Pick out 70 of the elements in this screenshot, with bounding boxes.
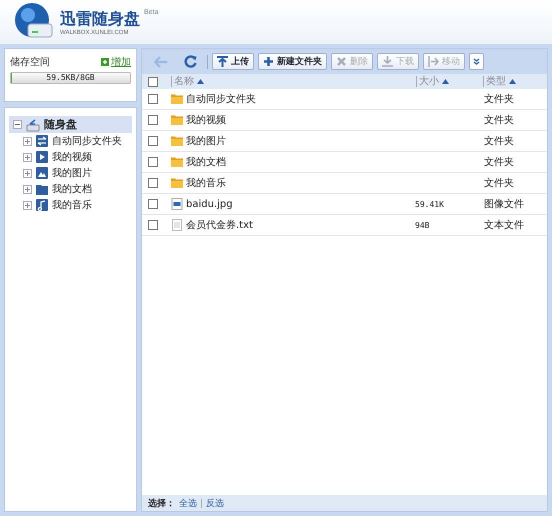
folder-icon bbox=[171, 156, 183, 168]
row-checkbox[interactable] bbox=[148, 178, 158, 188]
add-storage-link[interactable]: 增加 bbox=[101, 55, 131, 69]
file-name[interactable]: 自动同步文件夹 bbox=[186, 92, 256, 106]
music-note-icon bbox=[36, 199, 48, 211]
picture-icon bbox=[36, 167, 48, 179]
app-title: 迅雷随身盘 bbox=[60, 8, 140, 30]
more-button[interactable] bbox=[469, 53, 484, 70]
file-name[interactable]: 会员代金券.txt bbox=[186, 218, 253, 232]
file-name[interactable]: 我的图片 bbox=[186, 134, 226, 148]
expand-icon[interactable] bbox=[23, 152, 32, 162]
expand-icon[interactable] bbox=[23, 200, 32, 210]
file-size: 59.41K bbox=[415, 200, 444, 208]
upload-button[interactable]: 上传 bbox=[212, 53, 254, 70]
file-type: 文件夹 bbox=[484, 176, 514, 190]
folder-icon bbox=[171, 93, 183, 105]
folder-icon bbox=[171, 177, 183, 189]
file-name[interactable]: baidu.jpg bbox=[186, 198, 233, 210]
folder-icon bbox=[36, 183, 48, 195]
play-icon bbox=[36, 151, 48, 163]
sort-ascending-icon bbox=[197, 79, 204, 84]
file-type: 文件夹 bbox=[484, 114, 514, 127]
new-folder-button[interactable]: 新建文件夹 bbox=[258, 53, 327, 70]
text-file-icon bbox=[171, 219, 183, 231]
select-link[interactable]: 全选 bbox=[179, 496, 197, 510]
toolbar-icon bbox=[336, 56, 347, 67]
double-chevron-icon bbox=[473, 58, 480, 65]
storage-label: 储存空间 bbox=[10, 56, 50, 69]
tree-item[interactable]: 自动同步文件夹 bbox=[9, 133, 132, 149]
toolbar-icon bbox=[217, 56, 228, 67]
row-checkbox[interactable] bbox=[148, 199, 158, 209]
file-type: 文本文件 bbox=[484, 218, 524, 232]
refresh-icon[interactable] bbox=[184, 55, 197, 68]
folder-icon bbox=[171, 114, 183, 126]
row-checkbox[interactable] bbox=[148, 115, 158, 125]
storage-reading: 59.5KB/8GB bbox=[45, 73, 96, 83]
select-link[interactable]: 反选 bbox=[206, 496, 224, 510]
tree-item[interactable]: 我的音乐 bbox=[9, 197, 132, 213]
sort-ascending-icon bbox=[509, 79, 516, 84]
tree-item[interactable]: 我的文档 bbox=[9, 181, 132, 197]
tree-item[interactable]: 随身盘 bbox=[9, 116, 132, 133]
drive-icon bbox=[26, 118, 40, 132]
row-checkbox[interactable] bbox=[148, 220, 158, 230]
row-checkbox[interactable] bbox=[148, 136, 158, 146]
file-name[interactable]: 我的文档 bbox=[186, 155, 226, 169]
file-name[interactable]: 我的音乐 bbox=[186, 176, 226, 190]
row-checkbox[interactable] bbox=[148, 94, 158, 104]
tree-item[interactable]: 我的视频 bbox=[9, 149, 132, 165]
collapse-icon[interactable] bbox=[13, 120, 22, 129]
file-type: 图像文件 bbox=[484, 198, 524, 211]
folder-icon bbox=[171, 135, 183, 147]
file-type: 文件夹 bbox=[484, 134, 514, 148]
select-all-checkbox[interactable] bbox=[148, 76, 158, 86]
file-size: 94B bbox=[415, 220, 430, 230]
arrows-icon bbox=[36, 135, 48, 147]
toolbar-icon bbox=[263, 56, 274, 67]
toolbar-icon bbox=[382, 56, 393, 67]
plus-icon bbox=[101, 58, 109, 66]
expand-icon[interactable] bbox=[23, 184, 32, 194]
toolbar-icon bbox=[428, 56, 439, 67]
select-label: 选择： bbox=[148, 497, 175, 510]
image-file-icon bbox=[171, 198, 183, 210]
file-name[interactable]: 我的视频 bbox=[186, 113, 226, 127]
expand-icon[interactable] bbox=[23, 136, 32, 146]
sort-ascending-icon bbox=[442, 79, 449, 84]
row-checkbox[interactable] bbox=[148, 157, 158, 167]
file-type: 文件夹 bbox=[484, 92, 514, 106]
tree-item[interactable]: 我的图片 bbox=[9, 165, 132, 181]
expand-icon[interactable] bbox=[23, 168, 32, 178]
file-type: 文件夹 bbox=[484, 156, 514, 169]
